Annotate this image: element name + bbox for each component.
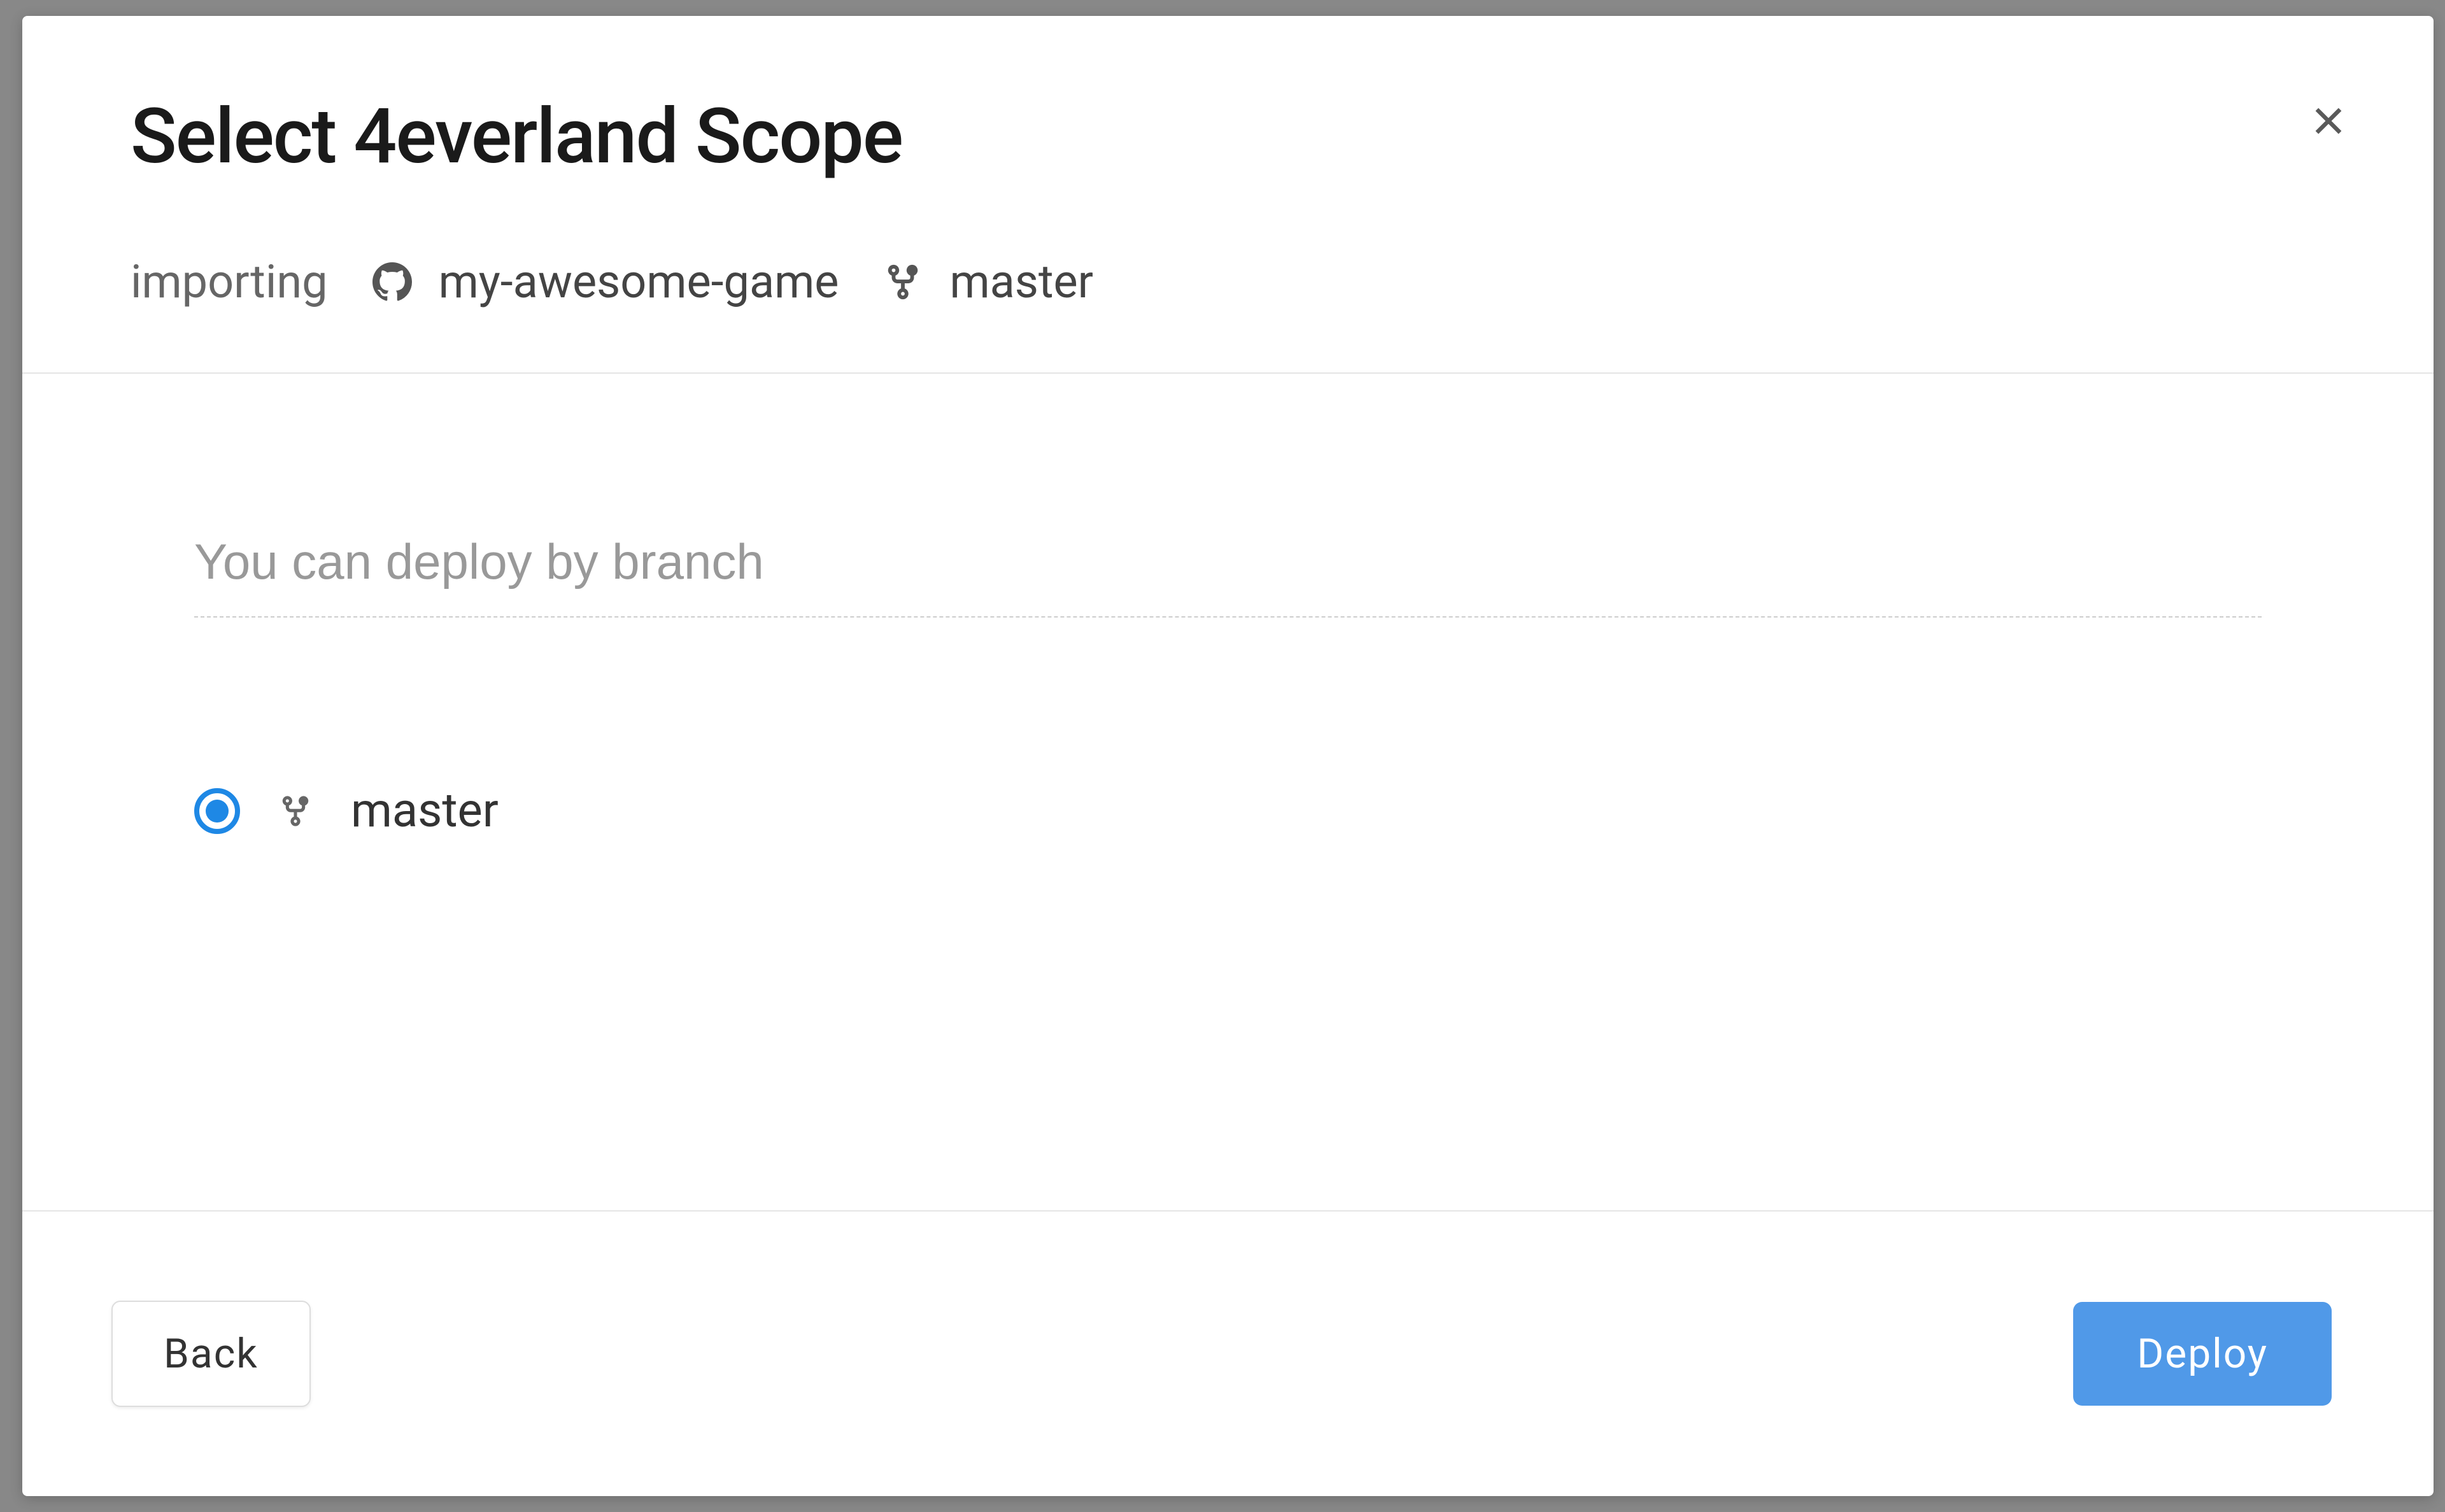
branch-option[interactable]: master: [194, 783, 2262, 838]
modal-title: Select 4everland Scope: [131, 92, 2325, 181]
branch-icon: [883, 262, 923, 302]
branch-icon: [278, 792, 313, 830]
github-icon: [372, 262, 412, 302]
current-branch-name: master: [949, 255, 1093, 309]
close-icon: [2309, 101, 2348, 141]
branch-list: master: [194, 783, 2262, 838]
repo-indicator: my-awesome-game: [372, 255, 839, 309]
modal-footer: Back Deploy: [22, 1210, 2434, 1496]
close-button[interactable]: [2300, 92, 2357, 150]
back-button[interactable]: Back: [111, 1301, 311, 1407]
modal-header: Select 4everland Scope importing my-awes: [22, 16, 2434, 374]
branch-indicator: master: [883, 255, 1093, 309]
branch-option-label: master: [351, 783, 499, 838]
branch-search-input[interactable]: [194, 520, 2262, 618]
scope-select-modal: Select 4everland Scope importing my-awes: [22, 16, 2434, 1496]
importing-label: importing: [131, 255, 328, 309]
deploy-button[interactable]: Deploy: [2073, 1302, 2332, 1406]
repo-name: my-awesome-game: [439, 255, 839, 309]
modal-body: master: [22, 374, 2434, 1210]
radio-selected-icon: [194, 788, 240, 834]
import-breadcrumb: importing my-awesome-game master: [131, 255, 2325, 309]
